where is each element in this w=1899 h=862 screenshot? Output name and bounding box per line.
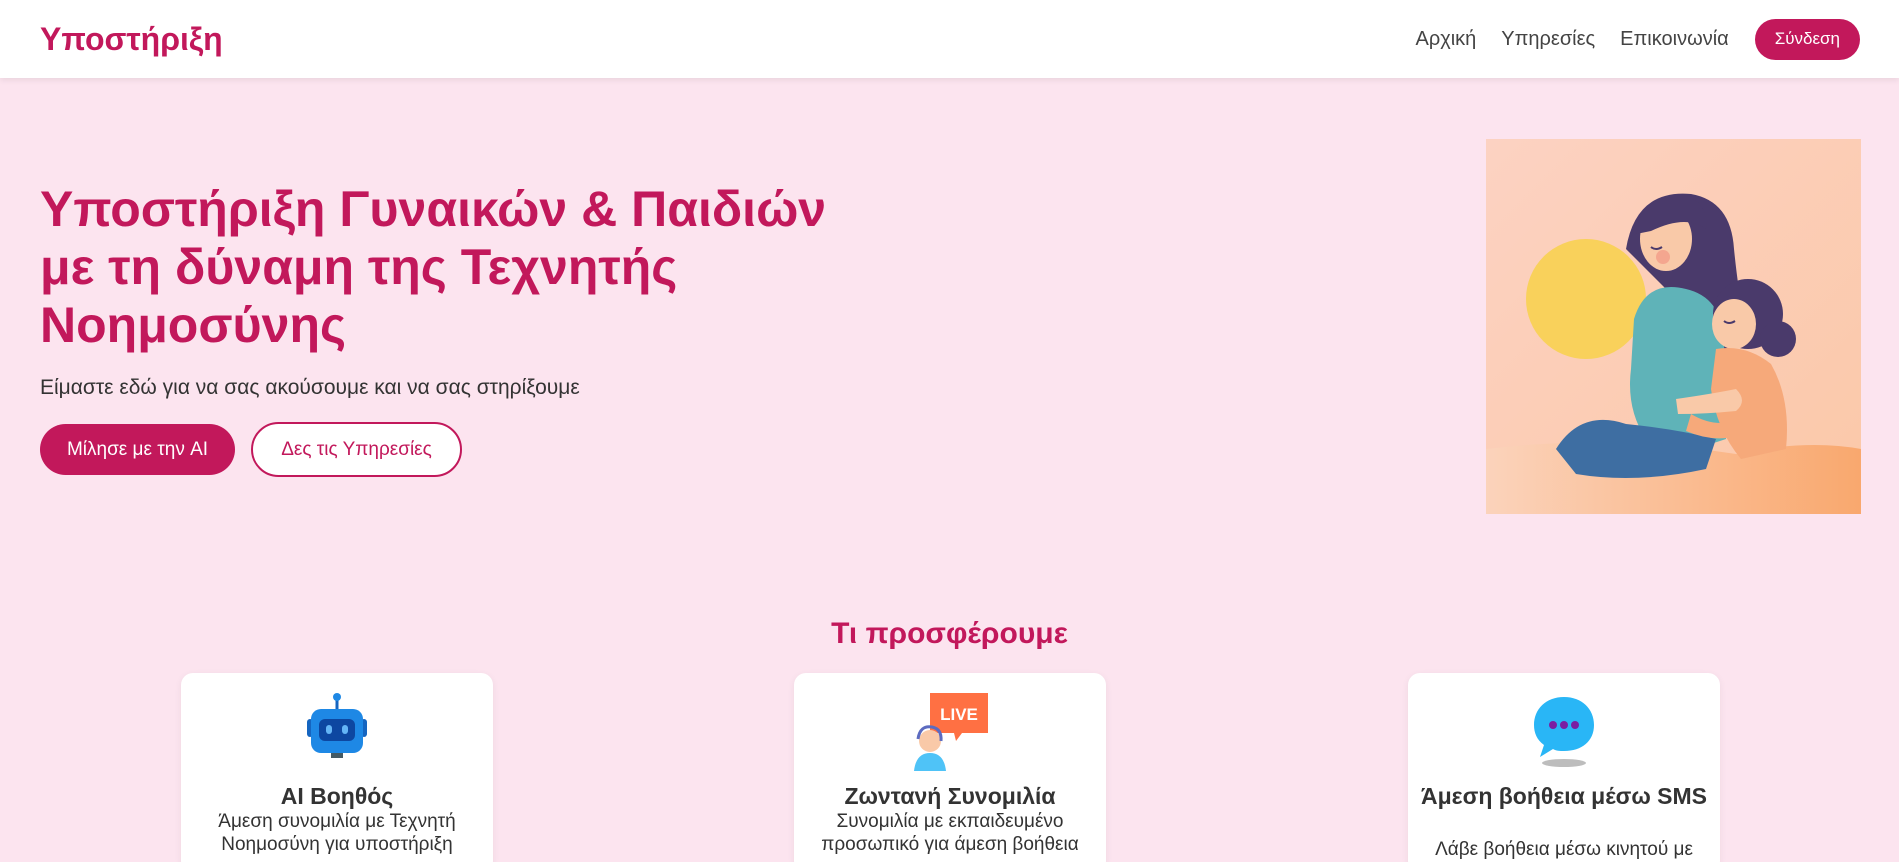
hero-illustration xyxy=(1486,139,1861,514)
nav-contact-link[interactable]: Επικοινωνία xyxy=(1620,28,1729,51)
card-description: Συνομιλία με εκπαιδευμένο προσωπικό για … xyxy=(821,811,1079,855)
hero-title: Υποστήριξη Γυναικών & Παιδιών με τη δύνα… xyxy=(40,181,827,353)
service-card-live-chat[interactable]: LIVE Ζωντανή Συνομιλία Συνομιλία με εκπα… xyxy=(794,673,1106,862)
robot-icon xyxy=(297,691,377,771)
card-description: Άμεση συνομιλία με Τεχνητή Νοημοσύνη για… xyxy=(218,811,456,855)
services-section-title: Τι προσφέρουμε xyxy=(831,617,1068,650)
live-badge-text: LIVE xyxy=(940,705,978,724)
nav-services-link[interactable]: Υπηρεσίες xyxy=(1501,28,1595,51)
view-services-button[interactable]: Δες τις Υπηρεσίες xyxy=(251,422,462,477)
service-card-sms[interactable]: Άμεση βοήθεια μέσω SMS Λάβε βοήθεια μέσω… xyxy=(1408,673,1720,862)
site-header: Υποστήριξη Αρχική Υπηρεσίες Επικοινωνία … xyxy=(0,0,1899,78)
nav-home-link[interactable]: Αρχική xyxy=(1415,28,1476,51)
main-nav: Αρχική Υπηρεσίες Επικοινωνία Σύνδεση xyxy=(1415,18,1860,60)
brand-logo[interactable]: Υποστήριξη xyxy=(40,21,223,58)
card-title: AI Βοηθός xyxy=(280,783,394,809)
live-chat-icon: LIVE xyxy=(910,691,990,771)
card-description: Λάβε βοήθεια μέσω κινητού με xyxy=(1435,839,1693,860)
hero-subtitle: Είμαστε εδώ για να σας ακούσουμε και να … xyxy=(40,376,580,399)
card-title: Άμεση βοήθεια μέσω SMS xyxy=(1420,783,1708,809)
login-button[interactable]: Σύνδεση xyxy=(1754,18,1860,60)
talk-to-ai-button[interactable]: Μίλησε με την AI xyxy=(40,424,235,475)
mother-child-illustration xyxy=(1486,139,1861,514)
service-card-ai[interactable]: AI Βοηθός Άμεση συνομιλία με Τεχνητή Νοη… xyxy=(181,673,493,862)
sms-bubble-icon xyxy=(1524,691,1604,771)
card-title: Ζωντανή Συνομιλία xyxy=(844,783,1056,809)
